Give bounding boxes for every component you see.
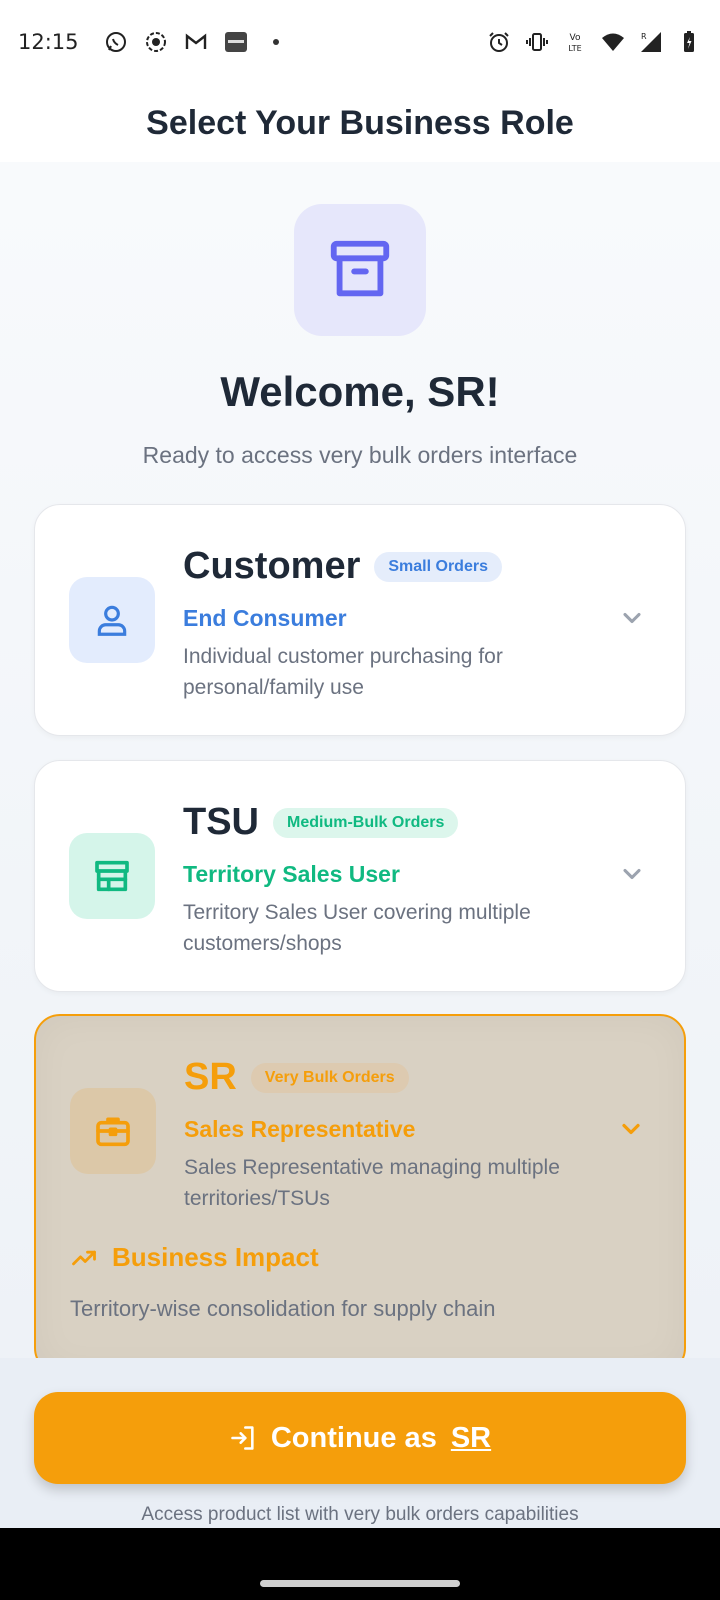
record-icon (143, 29, 169, 55)
welcome-title: Welcome, SR! (220, 368, 500, 415)
page-title: Select Your Business Role (146, 103, 574, 142)
role-title: Customer (183, 545, 361, 587)
role-subtitle: End Consumer (183, 605, 347, 631)
role-icon-box (69, 833, 155, 919)
status-left: 12:15 (18, 29, 289, 55)
role-card-tsu[interactable]: TSU Medium-Bulk Orders Territory Sales U… (34, 760, 686, 992)
business-impact-title: Business Impact (112, 1242, 319, 1272)
chevron-down-icon (623, 868, 641, 880)
role-description: Territory Sales User covering multiple c… (183, 901, 531, 955)
role-badge: Very Bulk Orders (250, 1062, 409, 1093)
status-right: Vo LTE R (486, 29, 702, 55)
role-title: TSU (183, 801, 259, 843)
role-card-sr[interactable]: SR Very Bulk Orders Sales Representative… (34, 1014, 686, 1358)
paytm-icon (223, 29, 249, 55)
trending-up-icon (72, 1250, 96, 1265)
status-time: 12:15 (18, 30, 79, 54)
wifi-icon (600, 29, 626, 55)
role-title: SR (184, 1056, 237, 1098)
continue-button-role: SR (450, 1421, 492, 1454)
gmail-icon (183, 29, 209, 55)
business-impact-text: Territory-wise consolidation for supply … (70, 1296, 496, 1321)
expand-chevron-button[interactable] (617, 603, 647, 633)
role-description: Sales Representative managing multiple t… (184, 1156, 560, 1210)
volte-icon: Vo LTE (562, 29, 588, 55)
role-icon-box (70, 1088, 156, 1174)
role-description: Individual customer purchasing for perso… (183, 645, 503, 699)
system-navigation-bar (0, 1528, 720, 1600)
user-icon (97, 605, 127, 636)
role-icon-box (69, 577, 155, 663)
footer-note: Access product list with very bulk order… (141, 1504, 579, 1525)
whatsapp-icon (103, 29, 129, 55)
role-title-row: TSU Medium-Bulk Orders (183, 801, 459, 844)
vibrate-icon (524, 29, 550, 55)
battery-icon (676, 29, 702, 55)
chevron-down-icon (623, 612, 641, 624)
role-subtitle: Sales Representative (184, 1116, 416, 1142)
svg-text:Vo: Vo (570, 33, 581, 43)
svg-text:LTE: LTE (568, 44, 581, 53)
home-gesture-handle[interactable] (260, 1580, 460, 1587)
role-selection-main[interactable]: Welcome, SR! Ready to access very bulk o… (0, 162, 720, 1358)
dot-icon (263, 29, 289, 55)
role-subtitle: Territory Sales User (183, 861, 400, 887)
app-logo (294, 204, 426, 336)
signal-icon: R (638, 29, 664, 55)
welcome-subtitle: Ready to access very bulk orders interfa… (142, 442, 578, 468)
login-icon (231, 1426, 254, 1450)
continue-button[interactable]: Continue as SR (34, 1392, 686, 1484)
expand-chevron-button[interactable] (617, 859, 647, 889)
role-title-row: Customer Small Orders (183, 545, 502, 588)
app-header: Select Your Business Role (0, 84, 720, 162)
briefcase-icon (96, 1117, 130, 1147)
footer: Continue as SR Access product list with … (0, 1358, 720, 1528)
svg-text:R: R (641, 32, 647, 41)
store-icon (95, 860, 129, 892)
role-card-customer[interactable]: Customer Small Orders End Consumer Indiv… (34, 504, 686, 736)
alarm-icon (486, 29, 512, 55)
role-badge: Small Orders (374, 551, 502, 582)
status-bar: 12:15 Vo LTE R (0, 0, 720, 84)
role-title-row: SR Very Bulk Orders (184, 1056, 409, 1099)
continue-button-label: Continue as (270, 1421, 437, 1454)
chevron-down-icon (622, 1123, 640, 1135)
role-badge: Medium-Bulk Orders (273, 807, 459, 838)
expand-chevron-button[interactable] (616, 1114, 646, 1144)
business-impact-header: Business Impact (70, 1242, 319, 1273)
archive-box-icon (330, 240, 390, 297)
